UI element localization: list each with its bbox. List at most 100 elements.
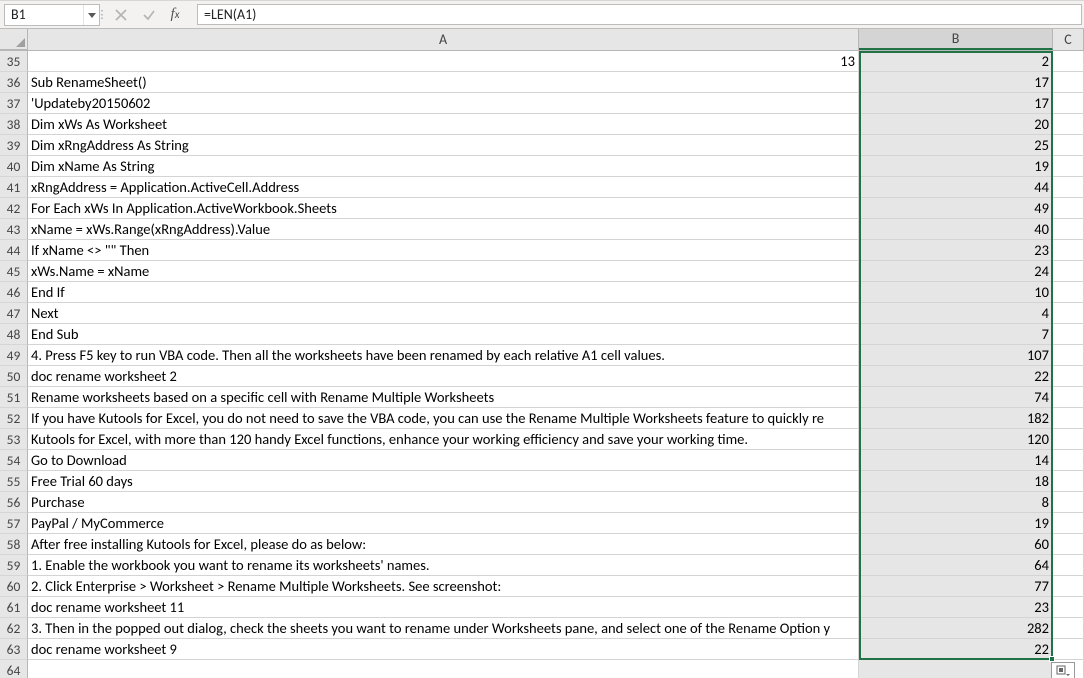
cell-B[interactable]: 77 <box>859 576 1053 597</box>
insert-function-button[interactable]: fx <box>163 1 191 28</box>
spreadsheet-grid[interactable]: 3513236Sub RenameSheet()1737'Updateby201… <box>0 51 1084 678</box>
cell-A[interactable]: Sub RenameSheet() <box>28 72 859 93</box>
row-header[interactable]: 59 <box>0 555 28 576</box>
cell-A[interactable]: End If <box>28 282 859 303</box>
row-header[interactable]: 49 <box>0 345 28 366</box>
row-header[interactable]: 41 <box>0 177 28 198</box>
row-header[interactable]: 48 <box>0 324 28 345</box>
row-header[interactable]: 63 <box>0 639 28 660</box>
cell-C[interactable] <box>1053 72 1084 93</box>
cell-A[interactable]: 1. Enable the workbook you want to renam… <box>28 555 859 576</box>
row-header[interactable]: 44 <box>0 240 28 261</box>
cell-A[interactable]: Free Trial 60 days <box>28 471 859 492</box>
cell-B[interactable]: 22 <box>859 639 1053 660</box>
cell-B[interactable] <box>859 660 1053 678</box>
row-header[interactable]: 60 <box>0 576 28 597</box>
row-header[interactable]: 53 <box>0 429 28 450</box>
cell-A[interactable]: 13 <box>28 51 859 72</box>
cell-A[interactable] <box>28 660 859 678</box>
cell-C[interactable] <box>1053 135 1084 156</box>
cell-C[interactable] <box>1053 114 1084 135</box>
cell-B[interactable]: 20 <box>859 114 1053 135</box>
cell-A[interactable]: End Sub <box>28 324 859 345</box>
cell-C[interactable] <box>1053 156 1084 177</box>
cell-B[interactable]: 282 <box>859 618 1053 639</box>
formula-input[interactable]: =LEN(A1) <box>204 5 1075 25</box>
cell-C[interactable] <box>1053 513 1084 534</box>
cell-C[interactable] <box>1053 534 1084 555</box>
cell-B[interactable]: 24 <box>859 261 1053 282</box>
cell-B[interactable]: 18 <box>859 471 1053 492</box>
column-header-C[interactable]: C <box>1053 29 1084 50</box>
cell-B[interactable]: 25 <box>859 135 1053 156</box>
cell-A[interactable]: doc rename worksheet 2 <box>28 366 859 387</box>
cell-A[interactable]: PayPal / MyCommerce <box>28 513 859 534</box>
cell-C[interactable] <box>1053 471 1084 492</box>
column-header-B[interactable]: B <box>859 29 1053 50</box>
row-header[interactable]: 43 <box>0 219 28 240</box>
cell-B[interactable]: 10 <box>859 282 1053 303</box>
cell-C[interactable] <box>1053 408 1084 429</box>
cell-C[interactable] <box>1053 555 1084 576</box>
cell-C[interactable] <box>1053 618 1084 639</box>
cell-C[interactable] <box>1053 51 1084 72</box>
cell-B[interactable]: 49 <box>859 198 1053 219</box>
row-header[interactable]: 38 <box>0 114 28 135</box>
row-header[interactable]: 58 <box>0 534 28 555</box>
cell-A[interactable]: Dim xWs As Worksheet <box>28 114 859 135</box>
select-all-corner[interactable] <box>0 29 28 50</box>
cell-B[interactable]: 120 <box>859 429 1053 450</box>
cell-B[interactable]: 64 <box>859 555 1053 576</box>
cell-C[interactable] <box>1053 492 1084 513</box>
cell-B[interactable]: 22 <box>859 366 1053 387</box>
cell-C[interactable] <box>1053 429 1084 450</box>
row-header[interactable]: 35 <box>0 51 28 72</box>
cell-A[interactable]: xName = xWs.Range(xRngAddress).Value <box>28 219 859 240</box>
row-header[interactable]: 64 <box>0 660 28 678</box>
cell-A[interactable]: Purchase <box>28 492 859 513</box>
cell-B[interactable]: 19 <box>859 513 1053 534</box>
cell-A[interactable]: Next <box>28 303 859 324</box>
cell-C[interactable] <box>1053 324 1084 345</box>
cell-C[interactable] <box>1053 303 1084 324</box>
formula-input-container[interactable]: =LEN(A1) <box>197 4 1082 25</box>
cell-A[interactable]: xWs.Name = xName <box>28 261 859 282</box>
row-header[interactable]: 37 <box>0 93 28 114</box>
cell-C[interactable] <box>1053 450 1084 471</box>
cell-A[interactable]: 3. Then in the popped out dialog, check … <box>28 618 859 639</box>
cell-A[interactable]: doc rename worksheet 9 <box>28 639 859 660</box>
cell-B[interactable]: 23 <box>859 240 1053 261</box>
cell-A[interactable]: If xName <> "" Then <box>28 240 859 261</box>
cell-A[interactable]: Go to Download <box>28 450 859 471</box>
cell-B[interactable]: 17 <box>859 93 1053 114</box>
cell-C[interactable] <box>1053 198 1084 219</box>
cell-C[interactable] <box>1053 639 1084 660</box>
cell-A[interactable]: Dim xName As String <box>28 156 859 177</box>
cell-B[interactable]: 44 <box>859 177 1053 198</box>
row-header[interactable]: 61 <box>0 597 28 618</box>
row-header[interactable]: 42 <box>0 198 28 219</box>
cell-B[interactable]: 14 <box>859 450 1053 471</box>
cell-B[interactable]: 60 <box>859 534 1053 555</box>
cell-A[interactable]: If you have Kutools for Excel, you do no… <box>28 408 859 429</box>
cell-C[interactable] <box>1053 177 1084 198</box>
row-header[interactable]: 36 <box>0 72 28 93</box>
cell-C[interactable] <box>1053 366 1084 387</box>
row-header[interactable]: 46 <box>0 282 28 303</box>
cell-C[interactable] <box>1053 261 1084 282</box>
row-header[interactable]: 45 <box>0 261 28 282</box>
cell-B[interactable]: 7 <box>859 324 1053 345</box>
cell-B[interactable]: 4 <box>859 303 1053 324</box>
cell-A[interactable]: xRngAddress = Application.ActiveCell.Add… <box>28 177 859 198</box>
cell-A[interactable]: For Each xWs In Application.ActiveWorkbo… <box>28 198 859 219</box>
cell-A[interactable]: 'Updateby20150602 <box>28 93 859 114</box>
cell-A[interactable]: After free installing Kutools for Excel,… <box>28 534 859 555</box>
cell-C[interactable] <box>1053 597 1084 618</box>
cell-A[interactable]: Kutools for Excel, with more than 120 ha… <box>28 429 859 450</box>
cell-C[interactable] <box>1053 345 1084 366</box>
cell-B[interactable]: 23 <box>859 597 1053 618</box>
row-header[interactable]: 50 <box>0 366 28 387</box>
row-header[interactable]: 52 <box>0 408 28 429</box>
cell-B[interactable]: 17 <box>859 72 1053 93</box>
cell-A[interactable]: 2. Click Enterprise > Worksheet > Rename… <box>28 576 859 597</box>
